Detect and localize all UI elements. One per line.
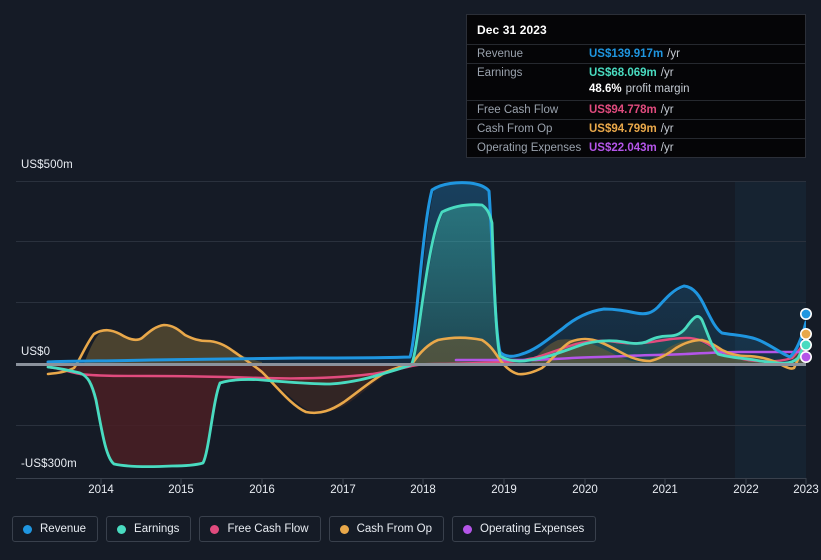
x-axis-tick-2014: 2014 [88,484,114,496]
legend-item-revenue[interactable]: Revenue [12,516,99,542]
tooltip-value-free-cash-flow: US$94.778m [589,104,657,116]
x-axis-tick-2015: 2015 [168,484,194,496]
tooltip-label-cash-from-op: Cash From Op [477,123,553,135]
tooltip-unit-earnings: /yr [660,67,674,79]
legend-label-earnings: Earnings [134,523,180,535]
endpoint-revenue [799,307,812,320]
legend-dot-revenue-icon [23,524,32,534]
legend-item-earnings[interactable]: Earnings [106,516,192,542]
tooltip-row-profit-margin: 48.6% profit margin [467,82,805,100]
chart-legend: Revenue Earnings Free Cash Flow Cash Fro… [12,516,597,542]
x-axis-tick-2022: 2022 [733,484,759,496]
tooltip-label-free-cash-flow: Free Cash Flow [477,104,559,116]
x-axis-tick-2018: 2018 [410,484,436,496]
endpoint-operating-expenses [799,350,812,363]
x-axis-tick-2016: 2016 [249,484,275,496]
x-axis-tick-2020: 2020 [572,484,598,496]
tooltip-row-earnings: Earnings US$68.069m /yr [467,63,805,82]
tooltip-value-operating-expenses: US$22.043m [589,142,657,154]
x-axis-tick-2021: 2021 [652,484,678,496]
tooltip-value-earnings: US$68.069m [589,67,657,79]
legend-label-revenue: Revenue [40,523,87,535]
legend-label-free-cash-flow: Free Cash Flow [227,523,309,535]
legend-dot-cash-from-op-icon [339,524,349,534]
tooltip-text-profit-margin: profit margin [625,83,690,95]
tooltip-unit-free-cash-flow: /yr [660,104,674,116]
series-endpoint-markers [799,307,812,363]
endpoint-cash-from-op [799,327,812,340]
x-axis-tick-2017: 2017 [330,484,356,496]
legend-dot-operating-expenses-icon [463,524,473,534]
tooltip-label-earnings: Earnings [477,67,523,79]
tooltip-value-cash-from-op: US$94.799m [589,123,657,135]
financial-chart-page: US$500m US$0 -US$300m 2014 2015 2016 201… [0,0,821,560]
legend-dot-earnings-icon [117,524,127,534]
legend-label-operating-expenses: Operating Expenses [480,523,585,535]
legend-item-cash-from-op[interactable]: Cash From Op [328,516,445,542]
legend-item-free-cash-flow[interactable]: Free Cash Flow [199,516,321,542]
tooltip-unit-revenue: /yr [667,48,680,60]
tooltip-row-revenue: Revenue US$139.917m /yr [467,44,805,63]
tooltip-row-free-cash-flow: Free Cash Flow US$94.778m /yr [467,100,805,119]
legend-label-cash-from-op: Cash From Op [356,523,433,535]
forecast-region [735,181,806,478]
tooltip-date-title: Dec 31 2023 [477,23,547,37]
endpoint-earnings [799,338,812,351]
x-axis-tick-2023: 2023 [793,484,819,496]
tooltip-value-profit-margin: 48.6% [589,83,622,95]
tooltip-label-revenue: Revenue [477,48,524,60]
tooltip-row-operating-expenses: Operating Expenses US$22.043m /yr [467,138,805,157]
tooltip-row-cash-from-op: Cash From Op US$94.799m /yr [467,119,805,138]
tooltip-value-revenue: US$139.917m [589,48,664,60]
tooltip-unit-operating-expenses: /yr [660,142,674,154]
tooltip-label-operating-expenses: Operating Expenses [477,142,582,154]
data-tooltip: Dec 31 2023 Revenue US$139.917m /yr Earn… [466,14,806,158]
legend-item-operating-expenses[interactable]: Operating Expenses [452,516,597,542]
legend-dot-free-cash-flow-icon [210,524,220,534]
x-axis-tick-2019: 2019 [491,484,517,496]
tooltip-unit-cash-from-op: /yr [660,123,674,135]
